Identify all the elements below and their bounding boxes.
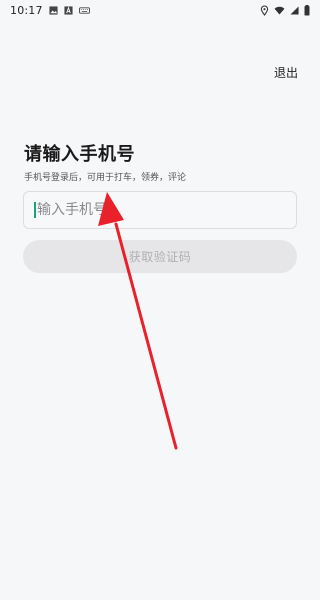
wifi-icon — [274, 6, 285, 15]
login-subtitle: 手机号登录后，可用于打车，领券，评论 — [24, 173, 187, 183]
phone-input[interactable] — [37, 202, 277, 218]
keyboard-icon — [78, 6, 90, 14]
a-icon — [64, 5, 73, 15]
signal-icon — [290, 5, 299, 15]
location-icon — [260, 5, 269, 16]
phone-field[interactable] — [23, 191, 297, 229]
status-bar: 10:17 — [0, 0, 320, 20]
red-arrow-annotation — [98, 192, 178, 450]
battery-icon — [304, 4, 310, 15]
status-right — [260, 4, 310, 16]
status-left: 10:17 — [10, 4, 90, 17]
text-cursor — [34, 202, 36, 218]
login-screen: 10:17 退出 请输入手机号 手机号登录后，可用于打车，领券，评论 输入手机号… — [0, 0, 320, 600]
page-title: 请输入手机号 — [24, 144, 135, 165]
status-time: 10:17 — [10, 3, 43, 17]
get-code-button[interactable]: 获取验证码 — [23, 240, 297, 273]
exit-button[interactable]: 退出 — [274, 64, 298, 81]
image-icon — [49, 5, 58, 15]
